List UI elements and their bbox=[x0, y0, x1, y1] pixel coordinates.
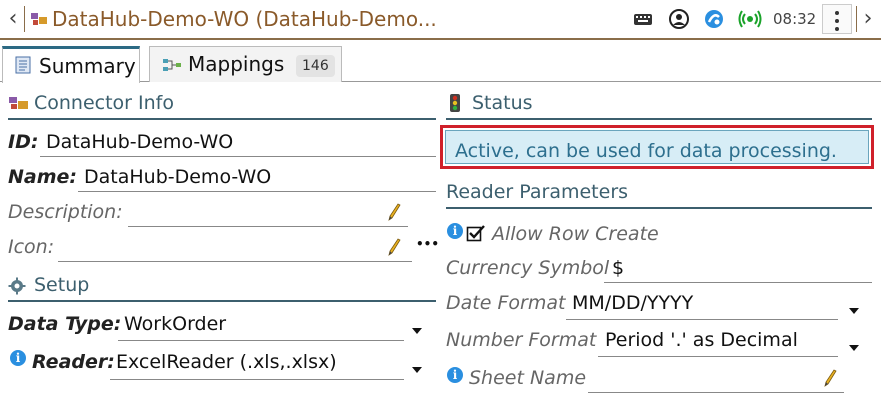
id-underline bbox=[40, 156, 436, 157]
gear-icon bbox=[8, 277, 26, 295]
mapping-icon bbox=[163, 59, 181, 71]
browser-icon[interactable] bbox=[703, 8, 725, 30]
edit-icon-pencil-icon[interactable] bbox=[386, 237, 402, 257]
icon-more-options-icon[interactable]: ••• bbox=[416, 236, 439, 252]
id-label: ID: bbox=[8, 131, 39, 153]
sheet-name-field[interactable] bbox=[592, 366, 812, 390]
connector-icon bbox=[9, 97, 28, 109]
currency-symbol-label: Currency Symbol bbox=[446, 257, 610, 279]
tab-mappings[interactable]: Mappings 146 bbox=[149, 46, 342, 82]
status-title: Status bbox=[472, 92, 533, 114]
description-field[interactable] bbox=[130, 200, 380, 224]
tab-summary[interactable]: Summary bbox=[2, 46, 140, 83]
status-message: Active, can be used for data processing. bbox=[455, 140, 837, 162]
setup-divider bbox=[8, 300, 436, 302]
reader-parameters-divider bbox=[446, 207, 872, 209]
data-type-dropdown-icon[interactable] bbox=[412, 328, 422, 334]
tab-summary-label: Summary bbox=[39, 54, 136, 78]
connector-app-icon bbox=[31, 13, 47, 25]
date-format-underline bbox=[566, 319, 838, 320]
more-options-icon[interactable] bbox=[822, 4, 852, 34]
id-value: DataHub-Demo-WO bbox=[46, 131, 234, 153]
data-type-label: Data Type: bbox=[8, 313, 122, 335]
document-icon bbox=[15, 56, 31, 74]
icon-field[interactable] bbox=[60, 235, 380, 259]
reader-label: Reader: bbox=[32, 351, 115, 373]
number-format-label: Number Format bbox=[446, 329, 597, 351]
description-label: Description: bbox=[8, 201, 123, 223]
allow-row-create-info-icon[interactable]: i bbox=[447, 223, 463, 239]
icon-underline bbox=[58, 261, 412, 262]
user-account-icon[interactable] bbox=[668, 8, 690, 30]
tab-mappings-label: Mappings bbox=[188, 52, 285, 76]
name-label: Name: bbox=[8, 166, 78, 188]
sheet-name-label: Sheet Name bbox=[469, 367, 587, 389]
sheet-name-underline bbox=[588, 392, 844, 393]
edit-description-pencil-icon[interactable] bbox=[386, 202, 402, 222]
edit-sheet-name-pencil-icon[interactable] bbox=[822, 368, 838, 388]
mappings-count-badge: 146 bbox=[296, 55, 335, 77]
connector-info-title: Connector Info bbox=[34, 92, 174, 114]
reader-select[interactable]: ExcelReader (.xls,.xlsx) bbox=[116, 350, 337, 374]
name-field[interactable]: DataHub-Demo-WO bbox=[84, 165, 271, 189]
forward-arrow-icon[interactable]: › bbox=[856, 6, 879, 32]
clock: 08:32 bbox=[773, 10, 817, 28]
connector-info-divider bbox=[8, 118, 436, 120]
currency-symbol-field[interactable]: $ bbox=[612, 256, 624, 280]
window-title: DataHub-Demo-WO (DataHub-Demo... bbox=[52, 7, 437, 31]
reader-dropdown-icon[interactable] bbox=[412, 367, 422, 373]
status-divider bbox=[446, 118, 872, 120]
status-message-panel: Active, can be used for data processing. bbox=[445, 130, 869, 164]
number-format-underline bbox=[598, 356, 838, 357]
data-type-underline bbox=[118, 340, 404, 341]
reader-parameters-title: Reader Parameters bbox=[446, 181, 629, 203]
back-arrow-icon[interactable]: ‹ bbox=[2, 6, 25, 32]
description-underline bbox=[128, 226, 408, 227]
connection-signal-icon bbox=[738, 10, 762, 28]
currency-symbol-underline bbox=[604, 282, 872, 283]
sheet-name-info-icon[interactable]: i bbox=[447, 367, 463, 383]
tab-bar: Summary Mappings 146 bbox=[0, 42, 881, 83]
title-bar: ‹ DataHub-Demo-WO (DataHub-Demo... 08:32… bbox=[0, 0, 881, 40]
allow-row-create-checkbox[interactable] bbox=[466, 224, 486, 242]
number-format-dropdown-icon[interactable] bbox=[849, 345, 859, 351]
status-highlight-box: Active, can be used for data processing. bbox=[440, 125, 874, 169]
date-format-select[interactable]: MM/DD/YYYY bbox=[572, 291, 693, 315]
icon-label: Icon: bbox=[8, 236, 55, 258]
setup-title: Setup bbox=[34, 274, 90, 296]
keyboard-icon[interactable] bbox=[632, 8, 654, 30]
number-format-select[interactable]: Period '.' as Decimal bbox=[605, 328, 798, 352]
name-underline bbox=[78, 191, 436, 192]
traffic-light-icon bbox=[450, 94, 460, 112]
date-format-label: Date Format bbox=[446, 292, 566, 314]
data-type-select[interactable]: WorkOrder bbox=[124, 312, 226, 336]
reader-underline bbox=[110, 379, 404, 380]
allow-row-create-label: Allow Row Create bbox=[492, 223, 659, 245]
date-format-dropdown-icon[interactable] bbox=[849, 308, 859, 314]
reader-info-icon[interactable]: i bbox=[10, 350, 26, 366]
